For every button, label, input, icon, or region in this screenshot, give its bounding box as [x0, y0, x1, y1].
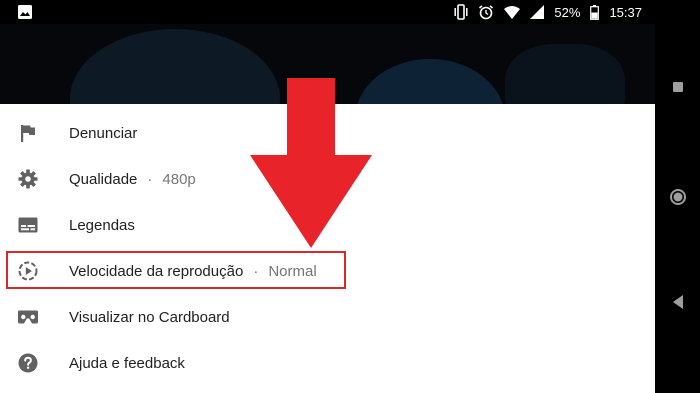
alarm-icon	[478, 4, 494, 20]
battery-text: 52%	[554, 4, 581, 20]
menu-item-value: Normal	[268, 262, 317, 280]
menu-item-label: Legendas	[69, 216, 135, 234]
menu-item-label: Denunciar	[69, 124, 138, 142]
vibrate-icon	[454, 4, 468, 20]
wifi-icon	[504, 5, 521, 19]
video-frame-shape	[355, 59, 505, 104]
arrow-down-icon	[250, 78, 372, 248]
video-frame-shape	[505, 44, 625, 104]
status-bar: 52% 15:37	[0, 0, 700, 24]
battery-icon	[590, 4, 600, 20]
menu-item-help[interactable]: Ajuda e feedback	[0, 340, 655, 386]
menu-item-value: 480p	[162, 170, 196, 188]
recents-button[interactable]	[655, 81, 700, 93]
image-icon	[18, 5, 32, 23]
menu-item-title: Velocidade da reprodução	[69, 262, 244, 280]
back-button[interactable]	[655, 295, 700, 309]
separator-dot: ·	[253, 262, 259, 280]
flag-icon	[16, 121, 40, 145]
back-icon	[672, 295, 683, 309]
menu-item-label: Velocidade da reprodução · Normal	[69, 263, 317, 280]
clock: 15:37	[609, 4, 642, 20]
menu-item-cardboard[interactable]: Visualizar no Cardboard	[0, 294, 655, 340]
menu-item-title: Qualidade	[69, 170, 138, 188]
help-icon	[16, 351, 40, 375]
video-frame-shape	[70, 29, 280, 104]
navigation-bar	[655, 24, 700, 393]
gear-icon	[16, 167, 40, 191]
cardboard-icon	[16, 305, 40, 329]
menu-item-label: Ajuda e feedback	[69, 354, 185, 372]
captions-icon	[16, 213, 40, 237]
playback-speed-icon	[16, 259, 40, 283]
signal-icon	[530, 5, 545, 19]
menu-item-label: Visualizar no Cardboard	[69, 308, 230, 326]
menu-item-playback-speed[interactable]: Velocidade da reprodução · Normal	[0, 248, 655, 294]
menu-item-label: Qualidade · 480p	[69, 171, 196, 188]
separator-dot: ·	[147, 170, 153, 188]
home-icon	[669, 189, 686, 205]
recents-icon	[672, 82, 683, 92]
home-button[interactable]	[655, 188, 700, 206]
